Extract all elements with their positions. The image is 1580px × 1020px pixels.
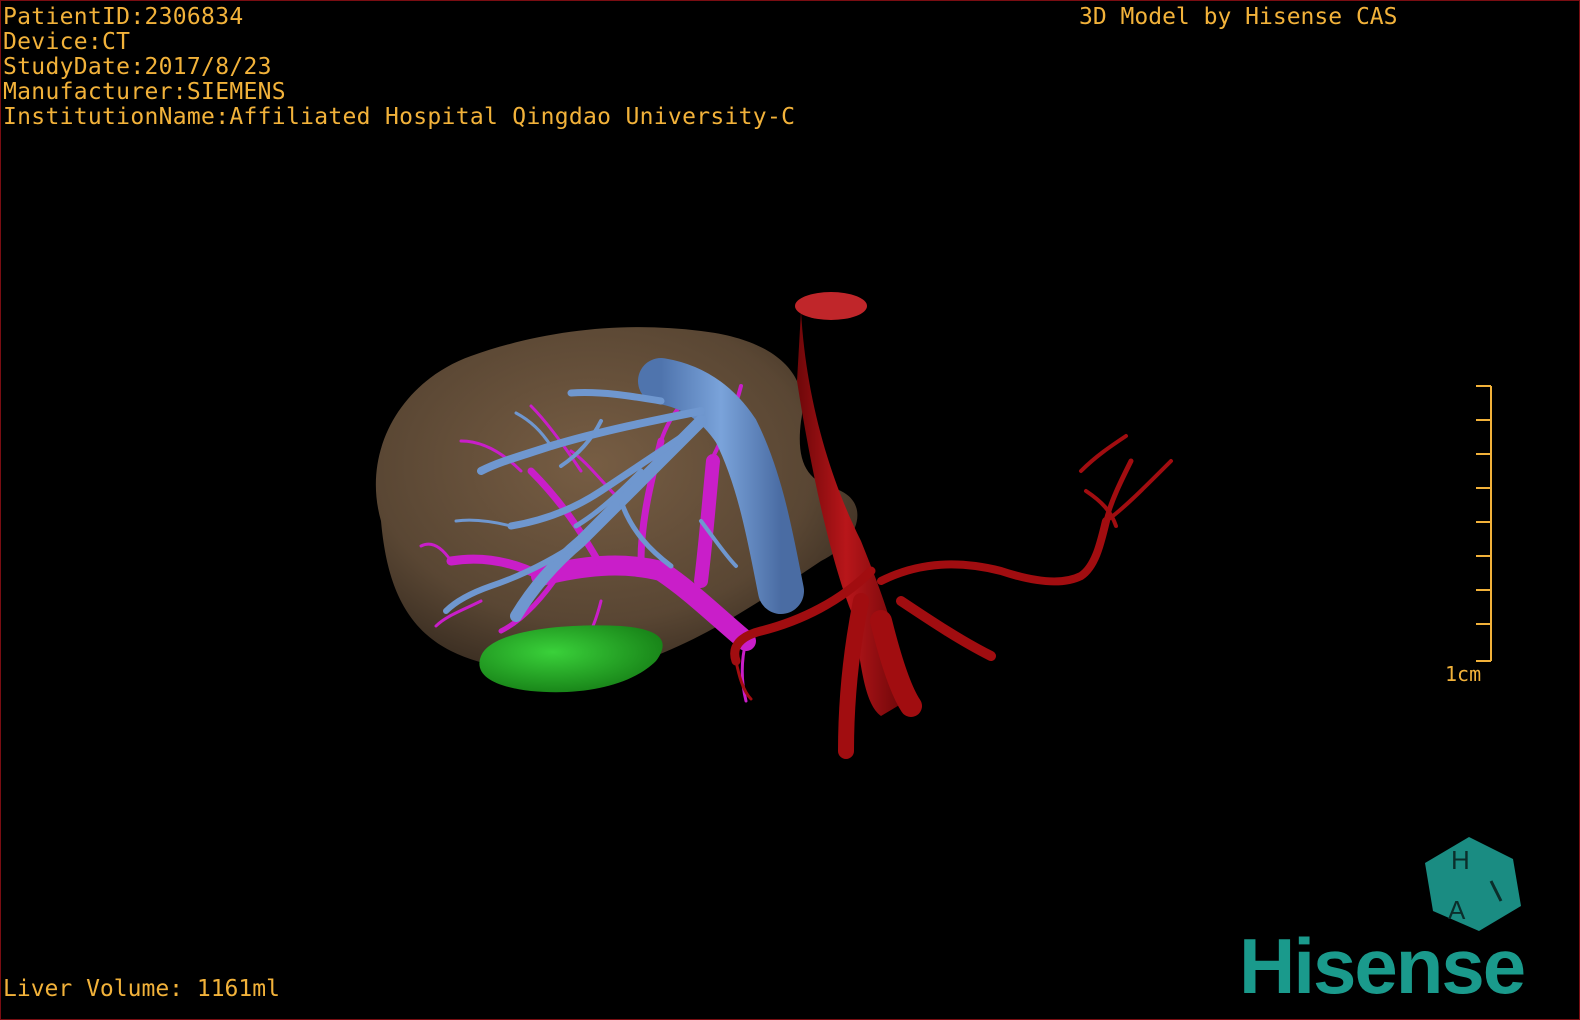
patient-id-label: PatientID:2306834 [3,4,244,30]
scale-bar-label: 1cm [1445,662,1482,686]
scale-bar [1476,385,1492,662]
3d-liver-model-render[interactable]: H A [1,1,1579,1019]
manufacturer-label: Manufacturer:SIEMENS [3,79,286,105]
liver-volume-readout: Liver Volume: 1161ml [3,976,280,1002]
hisense-cube-icon: H A [1425,837,1521,931]
svg-text:H: H [1451,845,1470,875]
hisense-logo-text: Hisense [1239,922,1526,1010]
study-date-label: StudyDate:2017/8/23 [3,54,272,80]
device-label: Device:CT [3,29,131,55]
institution-label: InstitutionName:Affiliated Hospital Qing… [3,104,796,130]
svg-text:A: A [1448,895,1466,925]
3d-viewport[interactable]: H A PatientID:2306834 Device:CT StudyDat… [0,0,1580,1020]
model-credit: 3D Model by Hisense CAS [1079,4,1398,30]
